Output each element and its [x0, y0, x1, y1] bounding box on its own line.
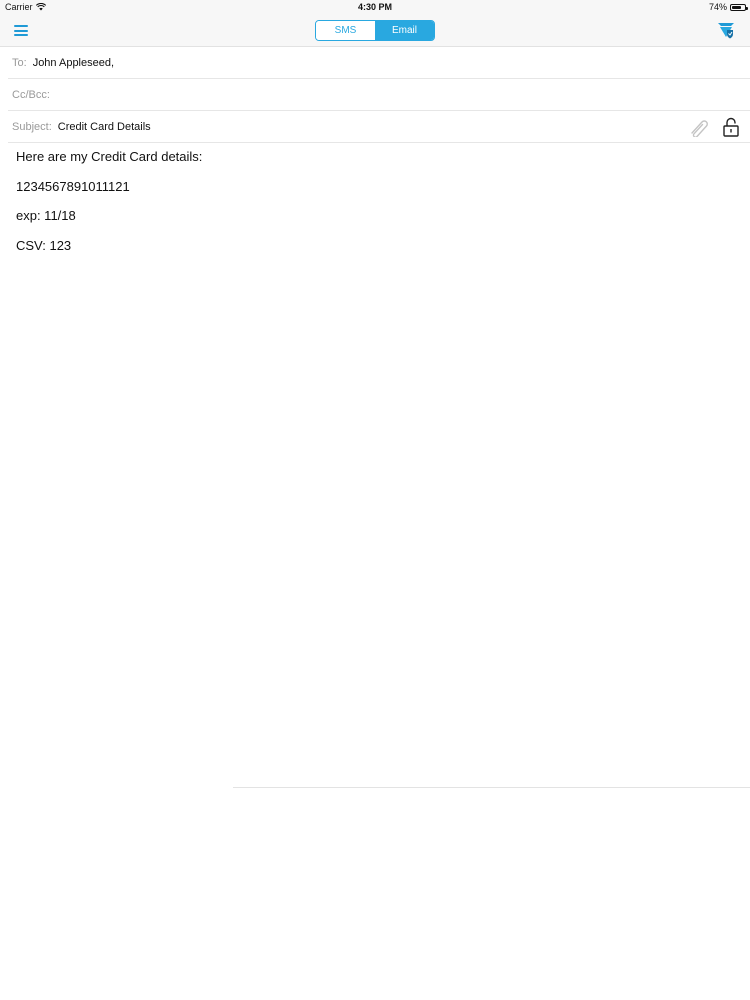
subject-actions	[688, 117, 740, 137]
clock: 4:30 PM	[357, 2, 392, 12]
navigation-bar: SMS Email	[0, 14, 750, 47]
status-bar: Carrier 4:30 PM 74%	[0, 0, 750, 14]
cc-bcc-label: Cc/Bcc:	[12, 88, 50, 101]
message-body[interactable]: Here are my Credit Card details: 1234567…	[16, 150, 716, 268]
message-type-segmented-control[interactable]: SMS Email	[315, 20, 435, 41]
compose-screen: Carrier 4:30 PM 74% SMS Email To: John A…	[0, 0, 750, 1000]
unlocked-padlock-icon[interactable]	[722, 117, 740, 137]
send-shield-icon[interactable]	[716, 20, 736, 40]
keyboard-divider	[233, 787, 750, 788]
battery-icon	[730, 3, 748, 11]
to-recipient[interactable]: John Appleseed,	[33, 57, 114, 69]
battery-percent: 74%	[708, 2, 727, 12]
subject-input[interactable]: Credit Card Details	[58, 121, 151, 133]
subject-field[interactable]: Subject: Credit Card Details	[8, 111, 750, 143]
body-line-csv: CSV: 123	[16, 237, 72, 253]
body-line-card-number: 1234567891011121	[16, 178, 130, 194]
sms-segment[interactable]: SMS	[316, 21, 375, 40]
to-label: To:	[12, 56, 27, 69]
hamburger-menu-icon[interactable]	[14, 25, 28, 36]
paperclip-icon[interactable]	[688, 117, 710, 137]
battery-indicator: 74%	[708, 2, 748, 12]
body-line-expiry: exp: 11/18	[16, 208, 76, 223]
subject-label: Subject:	[12, 120, 52, 133]
battery-level	[732, 5, 741, 9]
to-field[interactable]: To: John Appleseed,	[8, 47, 750, 79]
body-line-intro: Here are my Credit Card details:	[16, 149, 203, 164]
email-segment[interactable]: Email	[375, 21, 434, 40]
cc-bcc-field[interactable]: Cc/Bcc:	[8, 79, 750, 111]
